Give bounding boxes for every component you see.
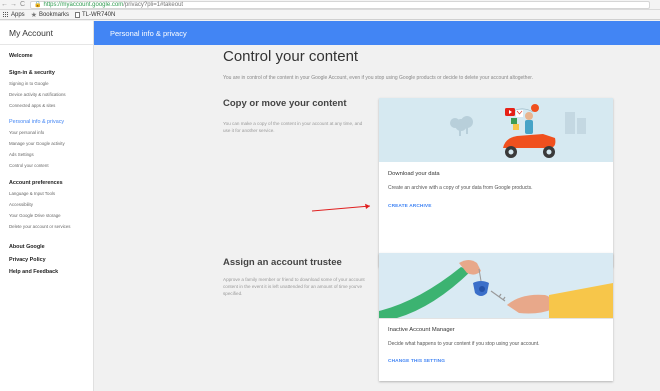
bookmark-bookmarks-label: Bookmarks [38, 11, 69, 18]
trustee-illustration [379, 253, 613, 318]
sidebar-item-about-google[interactable]: About Google [9, 241, 93, 254]
forward-button[interactable]: → [9, 0, 18, 10]
sidebar-group-privacy: Personal info & privacy Your personal in… [0, 119, 93, 171]
sidebar-group-preferences: Account preferences Language & Input Too… [0, 180, 93, 232]
sidebar-group-welcome: Welcome [0, 53, 93, 59]
sidebar-subitem-control-content[interactable]: Control your content [9, 160, 93, 171]
sidebar-item-welcome[interactable]: Welcome [9, 53, 93, 59]
sidebar-subitem-signing-in[interactable]: Signing in to Google [9, 78, 93, 89]
sidebar-item-help-feedback[interactable]: Help and Feedback [9, 266, 93, 279]
sidebar-subitem-ads-settings[interactable]: Ads Settings [9, 149, 93, 160]
bookmark-tplink[interactable]: TL-WR740N [74, 11, 116, 18]
sidebar-subitem-language[interactable]: Language & Input Tools [9, 188, 93, 199]
main-content: Control your content You are in control … [94, 45, 660, 391]
sidebar-subitem-device-activity[interactable]: Device activity & notifications [9, 89, 93, 100]
inactive-card-title: Inactive Account Manager [388, 327, 455, 333]
sidebar-subitem-accessibility[interactable]: Accessibility [9, 199, 93, 210]
download-illustration [379, 98, 613, 162]
page-icon [74, 11, 80, 18]
download-data-card: Download your data Create an archive wit… [379, 98, 613, 267]
sidebar-group-signin: Sign-in & security Signing in to Google … [0, 70, 93, 111]
sidebar-item-signin-security[interactable]: Sign-in & security [9, 70, 93, 76]
change-setting-link[interactable]: CHANGE THIS SETTING [388, 359, 445, 364]
sidebar-subitem-personal-info[interactable]: Your personal info [9, 127, 93, 138]
copy-section-desc: You can make a copy of the content in yo… [223, 121, 363, 133]
star-icon: ★ [30, 11, 37, 19]
apps-grid-icon [3, 11, 9, 18]
reload-button[interactable]: C [18, 0, 27, 10]
header-title: Personal info & privacy [110, 28, 187, 38]
sidebar-item-account-preferences[interactable]: Account preferences [9, 180, 93, 186]
bookmark-apps[interactable]: Apps [3, 11, 25, 18]
hands-key-illustration [379, 260, 613, 318]
bookmark-apps-label: Apps [11, 11, 25, 18]
trustee-section-desc: Approve a family member or friend to dow… [223, 277, 365, 296]
lock-icon: 🔒 [34, 2, 42, 8]
sidebar-title[interactable]: My Account [0, 21, 93, 45]
download-card-desc: Create an archive with a copy of your da… [388, 185, 533, 191]
bookmark-tplink-label: TL-WR740N [81, 11, 116, 18]
create-archive-link[interactable]: CREATE ARCHIVE [388, 204, 432, 209]
sidebar-subitem-connected-apps[interactable]: Connected apps & sites [9, 100, 93, 111]
intro-text: You are in control of the content in you… [223, 75, 534, 81]
bookmark-bookmarks[interactable]: ★ Bookmarks [31, 11, 69, 19]
page-header: Personal info & privacy [94, 21, 660, 45]
bookmarks-bar: Apps ★ Bookmarks TL-WR740N [0, 10, 660, 20]
sidebar-subitem-delete-account[interactable]: Delete your account or services [9, 221, 93, 232]
scooter-illustration [450, 104, 586, 158]
copy-section-title: Copy or move your content [223, 98, 347, 109]
browser-toolbar: ← → C 🔒 https://myaccount.google.com/pri… [0, 0, 660, 10]
page-title: Control your content [223, 48, 359, 65]
trustee-section-title: Assign an account trustee [223, 257, 342, 268]
sidebar-item-personal-info-privacy[interactable]: Personal info & privacy [9, 119, 93, 125]
url-path: /privacy?pli=1#takeout [123, 1, 184, 8]
sidebar-subitem-drive-storage[interactable]: Your Google Drive storage [9, 210, 93, 221]
download-card-title: Download your data [388, 171, 440, 177]
address-bar[interactable]: 🔒 https://myaccount.google.com/privacy?p… [30, 0, 650, 9]
sidebar-group-footer: About Google Privacy Policy Help and Fee… [0, 241, 93, 279]
sidebar-item-privacy-policy[interactable]: Privacy Policy [9, 254, 93, 267]
annotation-arrow [311, 203, 371, 212]
card-divider [379, 318, 613, 319]
url-host: https://myaccount.google.com [43, 1, 124, 8]
inactive-account-card: Inactive Account Manager Decide what hap… [379, 253, 613, 381]
back-button[interactable]: ← [0, 0, 9, 10]
inactive-card-desc: Decide what happens to your content if y… [388, 341, 540, 347]
sidebar: My Account Welcome Sign-in & security Si… [0, 21, 94, 391]
sidebar-subitem-google-activity[interactable]: Manage your Google activity [9, 138, 93, 149]
